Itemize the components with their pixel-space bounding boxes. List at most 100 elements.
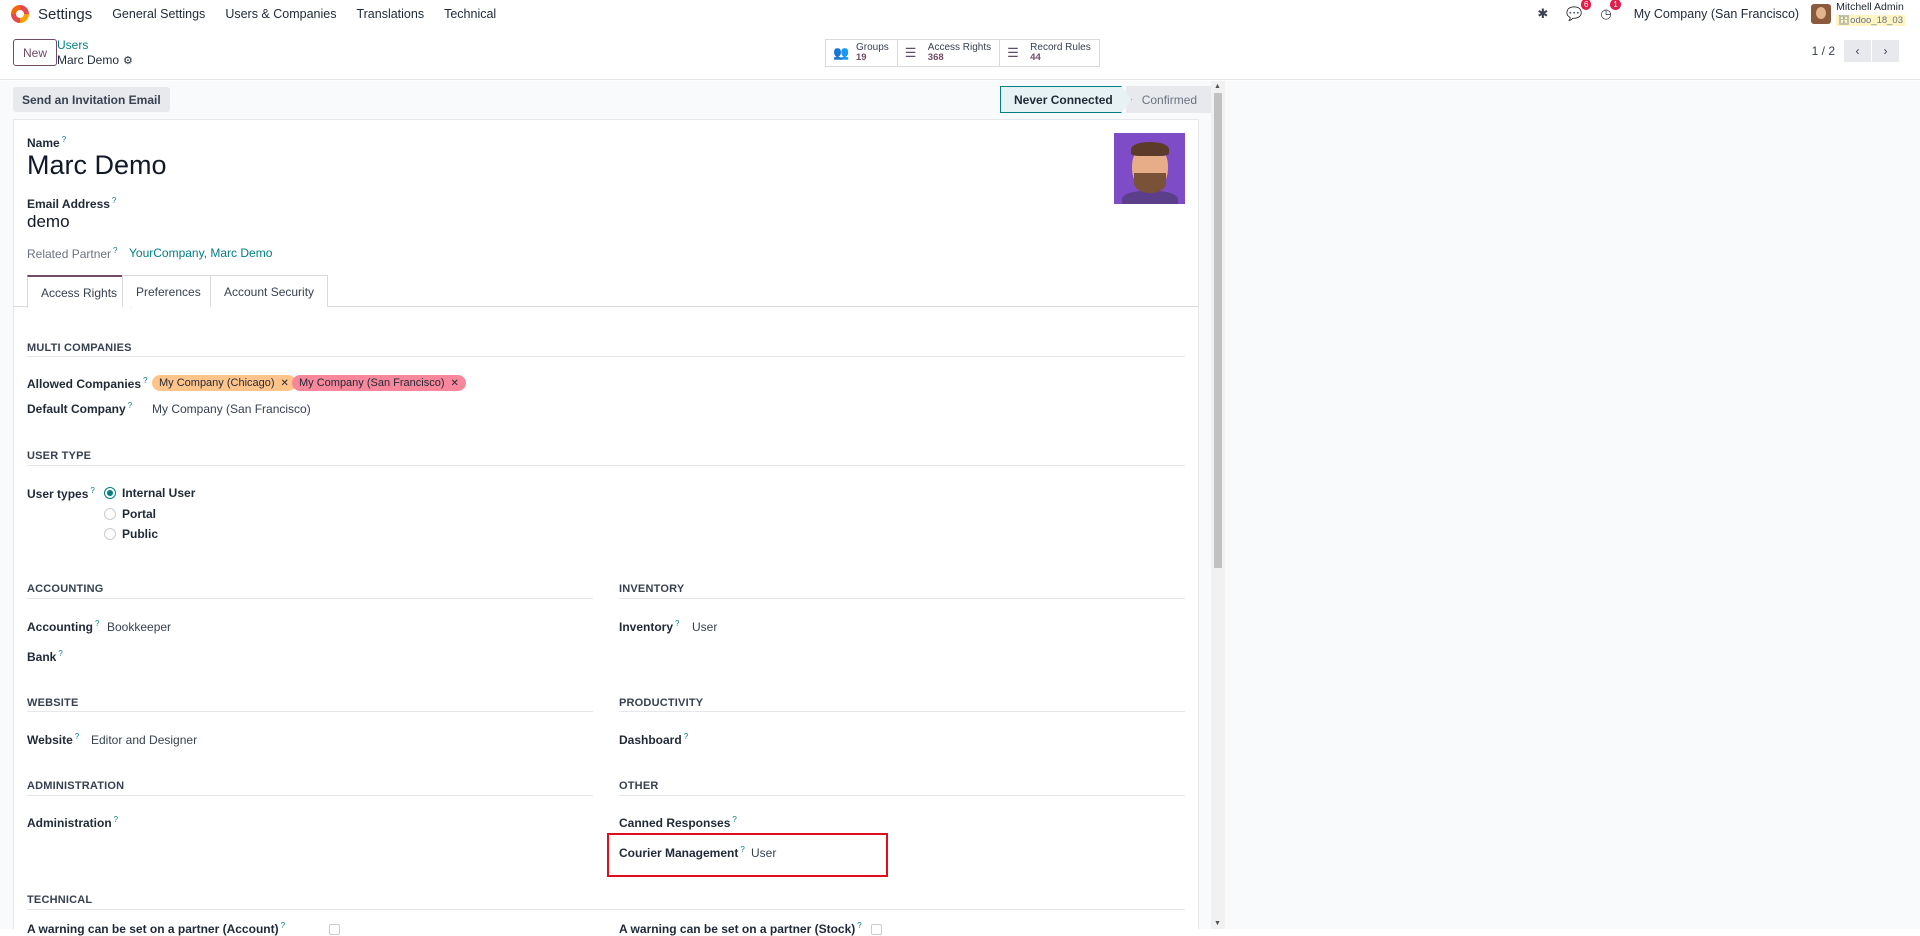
radio-internal-user[interactable]: Internal User bbox=[104, 486, 195, 500]
user-photo[interactable] bbox=[1114, 133, 1185, 204]
navbar-systray: ✱ 💬 6 ◷ 1 My Company (San Francisco) Mitch… bbox=[1537, 0, 1920, 28]
section-user-type: USER TYPE bbox=[27, 450, 92, 462]
odoo-logo-icon[interactable] bbox=[11, 5, 29, 23]
pager-value[interactable]: 1 / 2 bbox=[1812, 44, 1835, 58]
chat-icon[interactable]: 💬 6 bbox=[1566, 0, 1592, 22]
email-label: Email Address? bbox=[27, 196, 117, 211]
website-label: Website? bbox=[27, 732, 80, 747]
close-icon[interactable]: ✕ bbox=[281, 378, 289, 389]
chevron-right-icon[interactable]: › bbox=[1872, 40, 1899, 62]
scroll-thumb[interactable] bbox=[1214, 93, 1222, 568]
divider bbox=[619, 711, 1185, 712]
warn-stock-checkbox[interactable] bbox=[871, 924, 882, 935]
divider bbox=[27, 795, 593, 796]
inventory-field[interactable]: User bbox=[692, 620, 717, 634]
name-label: Name? bbox=[27, 135, 67, 150]
name-field[interactable]: Marc Demo bbox=[27, 150, 167, 181]
gear-icon[interactable]: ⚙ bbox=[123, 54, 133, 67]
company-switcher[interactable]: My Company (San Francisco) bbox=[1634, 7, 1799, 21]
help-icon: ? bbox=[61, 135, 67, 144]
bank-label: Bank? bbox=[27, 649, 63, 664]
help-icon: ? bbox=[113, 815, 119, 824]
radio-public[interactable]: Public bbox=[104, 527, 158, 541]
status-bar: Never Connected Confirmed bbox=[1000, 86, 1212, 113]
pager: 1 / 2 ‹ › bbox=[1812, 40, 1899, 62]
section-other: OTHER bbox=[619, 780, 659, 792]
smart-count: 368 bbox=[927, 52, 944, 63]
user-avatar[interactable] bbox=[1811, 4, 1832, 24]
radio-icon[interactable] bbox=[104, 508, 116, 520]
section-administration: ADMINISTRATION bbox=[27, 780, 125, 792]
bug-icon[interactable]: ✱ bbox=[1537, 6, 1548, 22]
new-button[interactable]: New bbox=[13, 39, 58, 66]
section-inventory: INVENTORY bbox=[619, 583, 685, 595]
email-field[interactable]: demo bbox=[27, 212, 70, 232]
close-icon[interactable]: ✕ bbox=[451, 378, 459, 389]
help-icon: ? bbox=[95, 619, 100, 628]
user-types-label: User types? bbox=[27, 486, 95, 501]
scroll-down-icon[interactable]: ▼ bbox=[1214, 920, 1221, 927]
radio-checked-icon[interactable] bbox=[104, 487, 116, 499]
website-field[interactable]: Editor and Designer bbox=[91, 733, 197, 747]
section-technical: TECHNICAL bbox=[27, 894, 93, 906]
groups-smart-button[interactable]: 👥 Groups 19 bbox=[826, 40, 898, 66]
status-never-connected[interactable]: Never Connected bbox=[1000, 86, 1132, 113]
menu-technical[interactable]: Technical bbox=[444, 7, 496, 21]
tab-access-rights[interactable]: Access Rights bbox=[27, 275, 132, 308]
divider bbox=[27, 356, 1185, 357]
list-icon: ☰ bbox=[904, 45, 917, 60]
menu-users-companies[interactable]: Users & Companies bbox=[225, 7, 336, 21]
status-confirmed[interactable]: Confirmed bbox=[1125, 86, 1212, 113]
user-name: Mitchell Admin bbox=[1836, 1, 1904, 13]
send-invitation-button[interactable]: Send an Invitation Email bbox=[13, 87, 170, 112]
canned-responses-label: Canned Responses? bbox=[619, 815, 737, 830]
radio-portal[interactable]: Portal bbox=[104, 507, 156, 521]
clock-icon[interactable]: ◷ 1 bbox=[1600, 0, 1621, 22]
access-rights-smart-button[interactable]: ☰ Access Rights 368 bbox=[897, 40, 1001, 66]
section-productivity: PRODUCTIVITY bbox=[619, 697, 704, 709]
top-navbar: Settings General Settings Users & Compan… bbox=[0, 0, 1920, 28]
breadcrumb-users[interactable]: Users bbox=[57, 38, 88, 52]
form-sheet bbox=[13, 119, 1199, 929]
menu-general-settings[interactable]: General Settings bbox=[112, 7, 205, 21]
allowed-companies-label: Allowed Companies? bbox=[27, 376, 148, 391]
help-icon: ? bbox=[74, 732, 80, 741]
related-partner-link[interactable]: YourCompany, Marc Demo bbox=[129, 246, 272, 260]
scroll-up-icon[interactable]: ▲ bbox=[1214, 83, 1221, 90]
warn-account-checkbox[interactable] bbox=[329, 924, 340, 935]
divider bbox=[27, 465, 1185, 466]
scrollbar[interactable]: ▲ ▼ bbox=[1211, 81, 1225, 929]
menu-translations[interactable]: Translations bbox=[356, 7, 424, 21]
user-menu[interactable]: Mitchell Admin 🗄odoo_18_03 bbox=[1836, 2, 1905, 26]
help-icon: ? bbox=[111, 196, 117, 205]
messages-badge: 6 bbox=[1580, 0, 1592, 10]
dashboard-label: Dashboard? bbox=[619, 732, 689, 747]
related-partner-label: Related Partner? bbox=[27, 246, 118, 261]
divider bbox=[619, 598, 1185, 599]
chevron-left-icon[interactable]: ‹ bbox=[1844, 40, 1871, 62]
help-icon: ? bbox=[683, 732, 689, 741]
divider bbox=[619, 795, 1185, 796]
tag-company-chicago[interactable]: My Company (Chicago) ✕ bbox=[152, 375, 296, 391]
tab-account-security[interactable]: Account Security bbox=[210, 275, 329, 307]
accounting-field[interactable]: Bookkeeper bbox=[107, 620, 171, 634]
record-rules-smart-button[interactable]: ☰ Record Rules 44 bbox=[1000, 40, 1099, 66]
tag-company-san-francisco[interactable]: My Company (San Francisco) ✕ bbox=[292, 375, 466, 391]
section-multi-companies: MULTI COMPANIES bbox=[27, 342, 132, 354]
control-panel: New Users Marc Demo ⚙ 👥 Groups 19 ☰ Acces… bbox=[0, 28, 1920, 80]
help-icon: ? bbox=[143, 376, 148, 385]
inventory-label: Inventory? bbox=[619, 619, 680, 634]
administration-label: Administration? bbox=[27, 815, 119, 830]
smart-buttons: 👥 Groups 19 ☰ Access Rights 368 ☰ Record R… bbox=[825, 39, 1100, 67]
radio-icon[interactable] bbox=[104, 528, 116, 540]
divider bbox=[27, 909, 1185, 910]
smart-count: 44 bbox=[1030, 52, 1041, 63]
notebook-tabs: Access Rights Preferences Account Securi… bbox=[13, 275, 1199, 308]
default-company-field[interactable]: My Company (San Francisco) bbox=[152, 402, 311, 416]
app-name[interactable]: Settings bbox=[38, 6, 92, 23]
default-company-label: Default Company? bbox=[27, 401, 133, 416]
activity-badge: 1 bbox=[1610, 0, 1621, 10]
divider bbox=[27, 711, 593, 712]
accounting-label: Accounting? bbox=[27, 619, 100, 634]
tab-preferences[interactable]: Preferences bbox=[122, 275, 215, 307]
